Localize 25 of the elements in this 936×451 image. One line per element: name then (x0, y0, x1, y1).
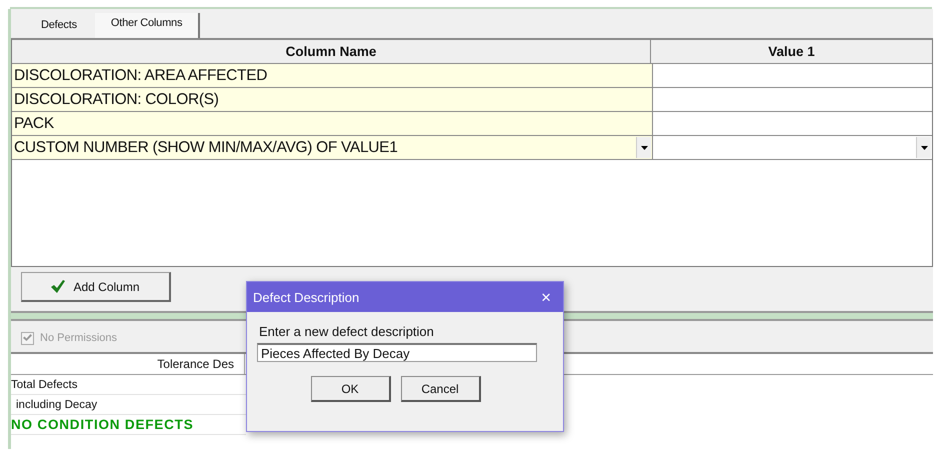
input-field[interactable]: Pieces Affected By Decay (257, 343, 537, 362)
column-header: Value 1 (767, 43, 816, 61)
cell-text: PACK (14, 114, 54, 132)
dropdown-button[interactable] (636, 137, 651, 158)
cell-text: CUSTOM NUMBER (SHOW MIN/MAX/AVG) OF VALUE1 (14, 138, 398, 156)
tab[interactable]: Defects (23, 13, 95, 38)
column-header: Tolerance Des (11, 354, 245, 374)
caret-icon (920, 146, 928, 150)
table-cell: NO CONDITION DEFECTS (11, 417, 194, 432)
add-column-button[interactable]: Add Column (21, 272, 171, 302)
column-header: Column Name (12, 40, 651, 63)
cell-text: DISCOLORATION: COLOR(S) (14, 90, 219, 108)
dropdown-button[interactable] (916, 137, 931, 158)
dialog-button[interactable]: OK (310, 376, 390, 402)
cell-text: DISCOLORATION: AREA AFFECTED (14, 66, 268, 84)
caret-icon (640, 146, 648, 150)
dialog-button[interactable]: Cancel (400, 376, 480, 402)
checkmark-icon (51, 280, 66, 293)
table-cell: Total Defects (11, 378, 78, 390)
prompt-label: Enter a new defect description (259, 324, 435, 339)
close-button[interactable]: × (541, 288, 551, 306)
checkbox-label: No Permissions (40, 332, 118, 344)
dialog-title: Defect Description (253, 290, 360, 304)
table-cell-text: including Decay (15, 398, 98, 410)
tab[interactable]: Other Columns (94, 13, 200, 38)
